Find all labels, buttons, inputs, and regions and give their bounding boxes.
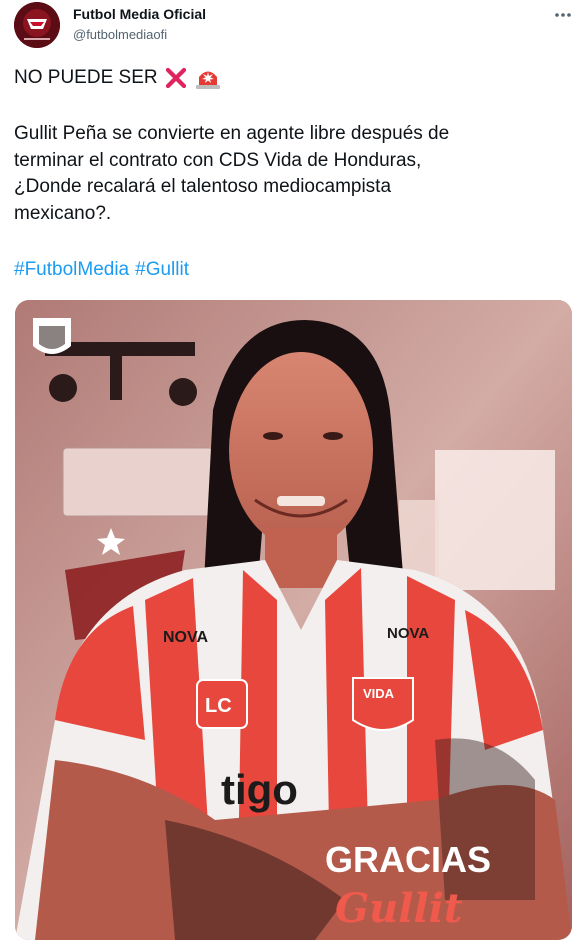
tweet-body: Gullit Peña se convierte en agente libre…	[14, 121, 574, 227]
hashtags: #FutbolMedia #Gullit	[14, 259, 189, 281]
author-handle[interactable]: @futbolmediaofi	[73, 27, 167, 42]
jersey-tigo-text: tigo	[221, 766, 298, 813]
tweet-body-line: mexicano?.	[14, 202, 112, 224]
police-light-icon	[194, 66, 222, 90]
jersey-vida-text: VIDA	[363, 686, 395, 701]
tweet-body-line: terminar el contrato con CDS Vida de Hon…	[14, 149, 422, 171]
jersey-sponsor-text: NOVA	[387, 625, 429, 642]
cross-mark-icon	[164, 66, 188, 90]
player-photo: NOVA NOVA LC VIDA tigo GRACIAS Gullit	[15, 300, 572, 940]
tweet-body-line: Gullit Peña se convierte en agente libre…	[14, 123, 450, 144]
author-name[interactable]: Futbol Media Oficial	[73, 6, 206, 22]
more-options-button[interactable]	[548, 4, 578, 26]
tweet-headline: NO PUEDE SER	[14, 67, 158, 88]
tweet-headline-line: NO PUEDE SER	[14, 66, 222, 90]
jersey-lc-text: LC	[205, 695, 232, 717]
hashtag-gullit-link[interactable]: #Gullit	[135, 259, 189, 281]
avatar[interactable]	[14, 2, 60, 48]
gracias-title: GRACIAS	[325, 839, 491, 880]
tweet-card: Futbol Media Oficial @futbolmediaofi NO …	[0, 0, 587, 940]
tweet-body-line: ¿Donde recalará el talentoso mediocampis…	[14, 176, 392, 197]
futbol-media-logo-icon	[14, 2, 60, 48]
more-dots-icon	[555, 13, 571, 17]
hashtag-futbolmedia-link[interactable]: #FutbolMedia	[14, 259, 129, 281]
tweet-media-image[interactable]: NOVA NOVA LC VIDA tigo GRACIAS Gullit	[15, 300, 572, 940]
gullit-script: Gullit	[335, 885, 463, 932]
jersey-sponsor-text: NOVA	[163, 629, 208, 646]
